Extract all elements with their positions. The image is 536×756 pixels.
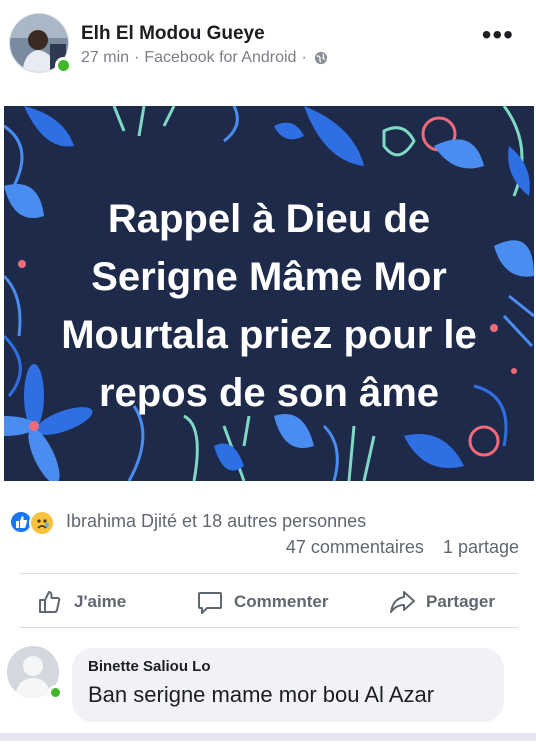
engagement-counts: 47 commentaires 1 partage [286,537,519,558]
globe-icon [314,51,327,65]
comment-bubble[interactable]: Binette Saliou Lo Ban serigne mame mor b… [72,648,504,722]
comment-label: Commenter [234,592,329,611]
shares-count[interactable]: 1 partage [443,537,519,557]
reactions-summary[interactable]: Ibrahima Djité et 18 autres personnes 47… [0,503,536,573]
post-banner[interactable]: Rappel à Dieu de Serigne Mâme Mor Mourta… [4,106,534,481]
divider [20,627,518,628]
post-source: Facebook for Android [144,49,297,66]
comment-text: Ban serigne mame mor bou Al Azar [88,682,435,707]
comments-count[interactable]: 47 commentaires [286,537,424,557]
post-header: Elh El Modou Gueye 27 min · Facebook for… [0,0,536,100]
like-label: J'aime [74,592,127,611]
commenter-name[interactable]: Binette Saliou Lo [88,658,211,675]
reaction-icons[interactable] [9,510,59,536]
online-status-dot [48,685,63,700]
meta-separator: · [134,49,140,66]
comment-button[interactable]: Commenter [196,588,328,616]
sad-icon [29,510,55,536]
like-button[interactable]: J'aime [36,588,126,616]
meta-separator-2: · [301,49,307,66]
online-status-dot [55,57,72,74]
commenter-avatar[interactable] [7,646,63,700]
share-label: Partager [426,592,495,611]
share-button[interactable]: Partager [388,588,495,616]
author-name[interactable]: Elh El Modou Gueye [81,23,265,45]
post-meta: 27 min · Facebook for Android · [81,49,328,67]
scroll-edge [0,733,536,741]
more-options-button[interactable]: ••• [482,21,514,49]
reaction-summary-text[interactable]: Ibrahima Djité et 18 autres personnes [66,511,366,532]
author-avatar[interactable] [9,13,72,74]
share-icon [390,591,415,613]
thumbs-up-icon [39,591,61,613]
banner-text: Rappel à Dieu de Serigne Mâme Mor Mourta… [61,197,477,415]
comment-item: Binette Saliou Lo Ban serigne mame mor b… [0,640,536,740]
post-time[interactable]: 27 min [81,49,129,67]
action-bar: J'aime Commenter Partager [0,574,536,626]
comment-icon [198,592,222,614]
